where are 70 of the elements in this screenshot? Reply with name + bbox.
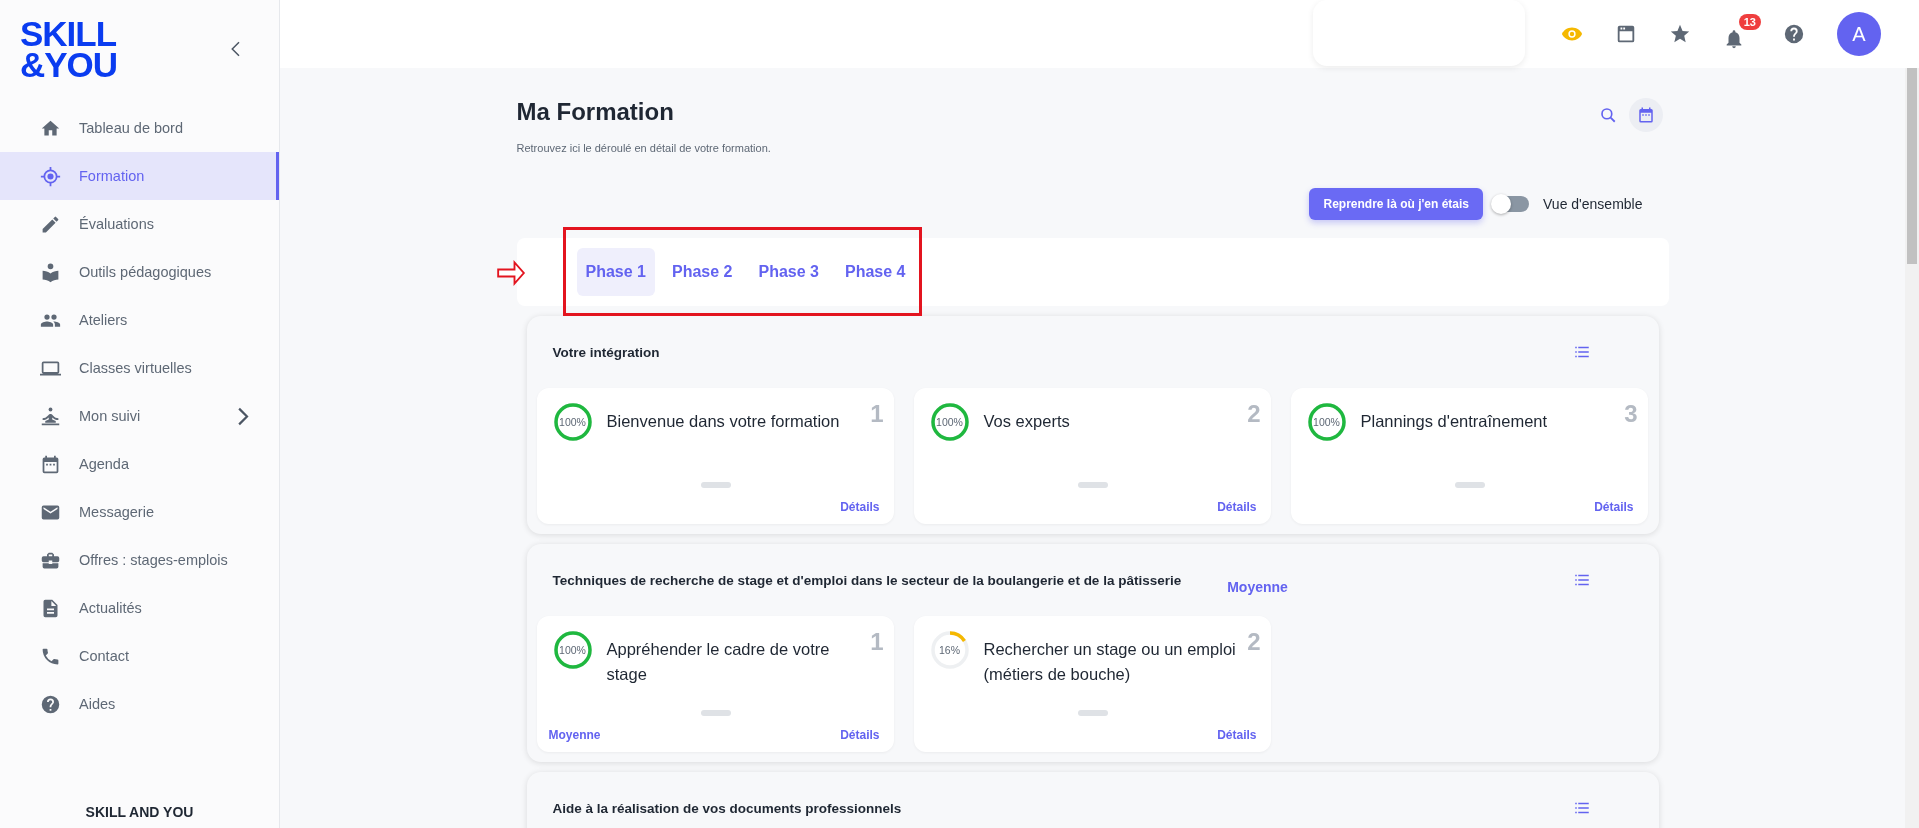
- progress-ring: 16%: [929, 630, 970, 670]
- section-title: Votre intégration: [552, 344, 660, 360]
- sidebar-item[interactable]: Offres : stages-emplois: [0, 536, 279, 584]
- page-subtitle: Retrouvez ici le déroulé en détail de votre formation.: [516, 142, 771, 154]
- sidebar-item[interactable]: Aides: [0, 680, 279, 728]
- page-title: Ma Formation: [516, 98, 675, 126]
- phase-tab[interactable]: Phase 1: [576, 248, 655, 296]
- module-number: 2: [1247, 400, 1261, 428]
- module-title: Plannings d'entraînement: [1360, 411, 1548, 432]
- user-avatar[interactable]: A: [1837, 12, 1881, 56]
- progress-ring: 100%: [929, 402, 970, 442]
- sidebar-footer-text: SKILL AND YOU: [84, 804, 195, 822]
- details-link[interactable]: Détails: [1594, 500, 1634, 514]
- meditation-icon: [40, 405, 61, 427]
- details-link[interactable]: Détails: [1217, 728, 1257, 742]
- sidebar-item[interactable]: Contact: [0, 632, 279, 680]
- sidebar-item[interactable]: Outils pédagogiques: [0, 248, 279, 296]
- sidebar-item[interactable]: Messagerie: [0, 488, 279, 536]
- sidebar-item[interactable]: Tableau de bord: [0, 104, 279, 152]
- module-number: 1: [870, 628, 884, 656]
- calendar-icon: [1636, 106, 1655, 124]
- sidebar-item[interactable]: Formation: [0, 152, 279, 200]
- drag-handle: [1078, 482, 1108, 488]
- resume-button[interactable]: Reprendre là où j'en étais: [1309, 188, 1484, 220]
- overview-toggle[interactable]: [1493, 196, 1530, 212]
- drag-handle: [1078, 710, 1108, 716]
- module-title: Bienvenue dans votre formation: [606, 411, 840, 432]
- details-link[interactable]: Détails: [840, 728, 880, 742]
- notification-bell[interactable]: 13: [1723, 14, 1761, 54]
- phase-tab[interactable]: Phase 4: [835, 248, 915, 296]
- document-icon: [40, 597, 61, 619]
- drag-handle: [1455, 482, 1485, 488]
- notification-badge: 13: [1738, 14, 1761, 30]
- module-number: 2: [1247, 628, 1261, 656]
- section-title: Techniques de recherche de stage et d'emploi dans le secteur de la boulangerie et de la pâtisserie: [552, 572, 1182, 588]
- logo[interactable]: SKILL &YOU: [20, 18, 118, 80]
- sidebar-item[interactable]: Évaluations: [0, 200, 279, 248]
- level-label: Moyenne: [1227, 579, 1288, 595]
- phase-tab[interactable]: Phase 2: [663, 248, 742, 296]
- progress-ring: 100%: [1306, 402, 1347, 442]
- module-number: 3: [1624, 400, 1638, 428]
- calendar-icon: [40, 453, 61, 475]
- drag-handle: [701, 710, 731, 716]
- sidebar-item[interactable]: Actualités: [0, 584, 279, 632]
- progress-ring: 100%: [552, 630, 593, 670]
- star-icon[interactable]: [1669, 23, 1691, 45]
- section-title: Aide à la réalisation de vos documents professionnels: [552, 800, 902, 816]
- drag-handle: [701, 482, 731, 488]
- window-icon[interactable]: [1615, 23, 1637, 45]
- details-link[interactable]: Détails: [840, 500, 880, 514]
- level-label: Moyenne: [548, 728, 601, 742]
- help-icon: [40, 693, 61, 715]
- module-number: 1: [870, 400, 884, 428]
- progress-ring: 100%: [552, 402, 593, 442]
- target-icon: [40, 165, 61, 187]
- help-icon[interactable]: [1783, 23, 1805, 45]
- phase-tab[interactable]: Phase 3: [749, 248, 828, 296]
- book-reader-icon: [40, 261, 61, 283]
- sidebar-item[interactable]: Classes virtuelles: [0, 344, 279, 392]
- calendar-button[interactable]: [1628, 98, 1663, 132]
- module-title: Rechercher un stage ou un emploi (métiers de bouche): [983, 639, 1237, 685]
- module-title: Vos experts: [983, 411, 1070, 432]
- toggle-label: Vue d'ensemble: [1543, 196, 1643, 212]
- module-title: Appréhender le cadre de votre stage: [606, 639, 831, 685]
- sidebar-item[interactable]: Agenda: [0, 440, 279, 488]
- sidebar-item[interactable]: Ateliers: [0, 296, 279, 344]
- scrollbar-thumb[interactable]: [1907, 68, 1917, 264]
- details-link[interactable]: Détails: [1217, 500, 1257, 514]
- search-icon[interactable]: [1598, 106, 1617, 124]
- sidebar-item[interactable]: Mon suivi: [0, 392, 279, 440]
